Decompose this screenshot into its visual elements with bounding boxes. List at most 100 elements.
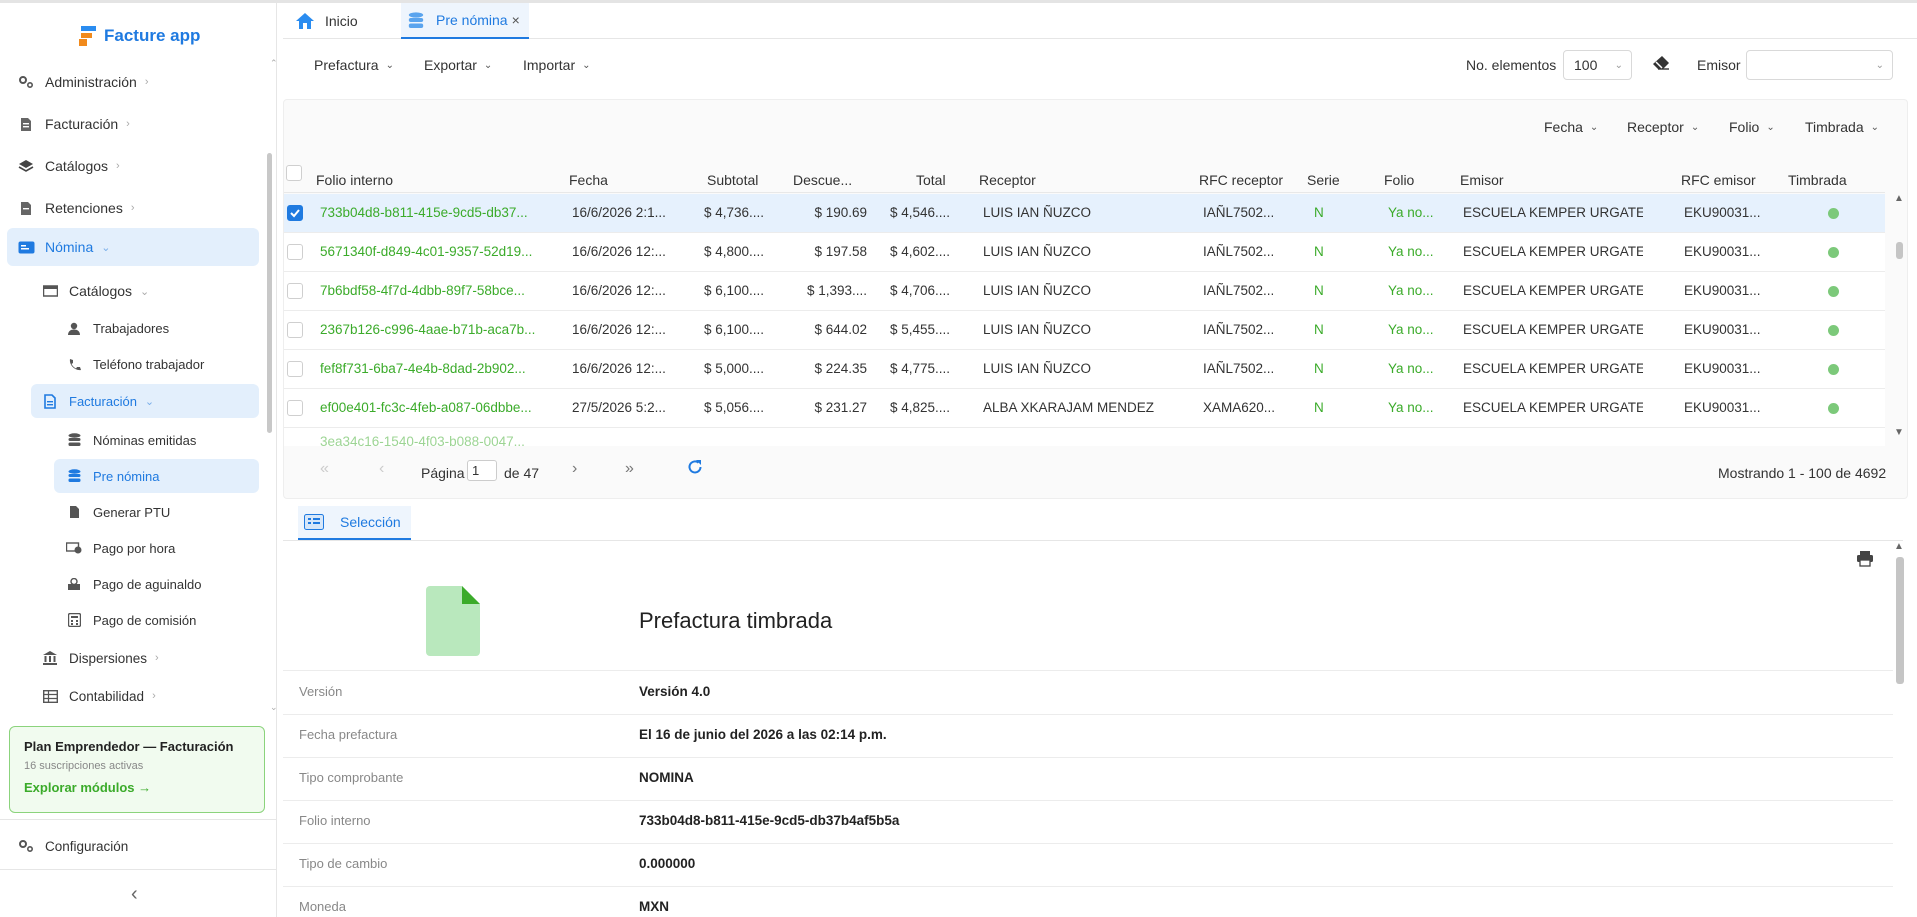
filter-label: Fecha <box>1544 119 1583 135</box>
chevron-down-icon: ⌄ <box>1766 121 1775 133</box>
sidebar-scrollbar[interactable] <box>267 153 272 433</box>
cell-folio: Ya no... <box>1388 205 1434 220</box>
row-checkbox[interactable] <box>287 361 303 377</box>
select-all-checkbox[interactable] <box>286 165 302 181</box>
sidebar-item-facturacion[interactable]: Facturación › <box>17 112 130 136</box>
chevron-down-icon: ⌄ <box>385 59 394 71</box>
table-row[interactable]: 7b6bdf58-4f7d-4dbb-89f7-58bce... 16/6/202… <box>284 272 1885 311</box>
last-page-icon[interactable]: » <box>625 460 634 478</box>
row-checkbox[interactable] <box>287 400 303 416</box>
filter-timbrada[interactable]: Timbrada ⌄ <box>1805 119 1879 135</box>
table-row[interactable]: 5671340f-d849-4c01-9357-52d19... 16/6/202… <box>284 233 1885 272</box>
column-header[interactable]: Fecha <box>569 172 608 188</box>
column-header[interactable]: Receptor <box>979 172 1036 188</box>
sidebar-subitem-pago-hora[interactable]: Pago por hora <box>65 536 175 560</box>
column-header[interactable]: Total <box>916 172 946 188</box>
prev-page-icon[interactable]: ‹ <box>379 460 384 478</box>
refresh-icon[interactable] <box>687 459 703 478</box>
grid-scrollbar[interactable] <box>1896 242 1903 259</box>
app-logo[interactable]: Facture app <box>78 22 200 50</box>
sidebar-scroll-down-icon[interactable]: ⌄ <box>270 702 278 713</box>
table-row[interactable]: 733b04d8-b811-415e-9cd5-db37... 16/6/2026… <box>284 194 1885 233</box>
next-page-icon[interactable]: › <box>572 460 577 478</box>
column-header[interactable]: RFC receptor <box>1199 172 1283 188</box>
column-header[interactable]: Timbrada <box>1788 172 1847 188</box>
emisor-select[interactable]: ⌄ <box>1746 50 1893 80</box>
page-number-input[interactable]: 1 <box>467 460 497 481</box>
cell-folio-interno[interactable]: ef00e401-fc3c-4feb-a087-06dbbe... <box>320 400 542 415</box>
cell-folio-interno[interactable]: fef8f731-6ba7-4e4b-8dad-2b902... <box>320 361 542 376</box>
importar-menu[interactable]: Importar ⌄ <box>523 56 591 74</box>
cell-folio-interno[interactable]: 7b6bdf58-4f7d-4dbb-89f7-58bce... <box>320 283 542 298</box>
app-name: Facture app <box>104 26 201 45</box>
row-checkbox[interactable] <box>287 283 303 299</box>
plan-title: Plan Emprendedor — Facturación <box>24 739 234 754</box>
table-row[interactable]: fef8f731-6ba7-4e4b-8dad-2b902... 16/6/202… <box>284 350 1885 389</box>
sidebar-subitem-contabilidad[interactable]: Contabilidad › <box>41 684 156 708</box>
partial-row: 3ea34c16-1540-4f03-b088-0047... <box>284 428 1885 446</box>
tab-seleccion[interactable]: Selección <box>298 506 411 540</box>
page-size-select[interactable]: 100 ⌄ <box>1563 50 1632 80</box>
detail-scroll-up-icon[interactable]: ▲ <box>1894 541 1904 552</box>
page-total: de 47 <box>504 465 540 481</box>
sidebar-subitem-generar-ptu[interactable]: Generar PTU <box>65 500 170 524</box>
cell-descuento: $ 190.69 <box>814 205 867 220</box>
row-checkbox[interactable] <box>287 244 303 260</box>
filter-fecha[interactable]: Fecha ⌄ <box>1544 119 1598 135</box>
sidebar-item-catalogos[interactable]: Catálogos › <box>17 154 120 178</box>
sidebar-subitem-label: Catálogos <box>69 283 133 299</box>
sidebar-item-configuracion[interactable]: Configuración <box>17 834 128 858</box>
cell-fecha: 16/6/2026 2:1... <box>572 205 666 220</box>
grid-scroll-down-icon[interactable]: ▼ <box>1894 427 1904 438</box>
column-header[interactable]: RFC emisor <box>1681 172 1756 188</box>
close-tab-icon[interactable]: × <box>512 12 520 28</box>
grid-scroll-up-icon[interactable]: ▲ <box>1894 193 1904 204</box>
column-header[interactable]: Folio interno <box>316 172 393 188</box>
first-page-icon[interactable]: « <box>320 460 329 478</box>
exportar-menu[interactable]: Exportar ⌄ <box>424 56 492 74</box>
database-icon <box>65 432 83 448</box>
filter-receptor[interactable]: Receptor ⌄ <box>1627 119 1699 135</box>
sidebar-item-nomina[interactable]: Nómina ⌄ <box>7 228 259 266</box>
printer-icon[interactable] <box>1856 550 1874 570</box>
table-row[interactable]: ef00e401-fc3c-4feb-a087-06dbbe... 27/5/20… <box>284 389 1885 428</box>
tab-inicio[interactable]: Inicio <box>295 3 377 39</box>
column-header[interactable]: Emisor <box>1460 172 1504 188</box>
sidebar-item-retenciones[interactable]: Retenciones › <box>17 196 135 220</box>
detail-divider <box>283 670 1893 671</box>
column-header[interactable]: Serie <box>1307 172 1340 188</box>
row-checkbox[interactable] <box>287 205 303 221</box>
sidebar-subitem-label: Pago de aguinaldo <box>93 576 202 592</box>
sidebar-subitem-pago-comision[interactable]: Pago de comisión <box>65 608 196 632</box>
cell-folio-interno[interactable]: 2367b126-c996-4aae-b71b-aca7b... <box>320 322 542 337</box>
sidebar-subitem-facturacion[interactable]: Facturación ⌄ <box>31 384 259 418</box>
column-header[interactable]: Subtotal <box>707 172 758 188</box>
table-row[interactable]: 2367b126-c996-4aae-b71b-aca7b... 16/6/202… <box>284 311 1885 350</box>
document-icon <box>65 504 83 520</box>
prefactura-menu[interactable]: Prefactura ⌄ <box>314 56 394 74</box>
column-header[interactable]: Descue... <box>793 172 852 188</box>
database-icon <box>408 11 424 29</box>
filter-folio[interactable]: Folio ⌄ <box>1729 119 1775 135</box>
sidebar-item-administracion[interactable]: Administración › <box>17 70 149 94</box>
sidebar-scroll-up-icon[interactable]: ⌃ <box>270 58 278 69</box>
menu-label: Exportar <box>424 57 477 73</box>
row-checkbox[interactable] <box>287 322 303 338</box>
collapse-sidebar-icon[interactable]: ‹ <box>131 883 138 906</box>
cell-folio-interno[interactable]: 5671340f-d849-4c01-9357-52d19... <box>320 244 542 259</box>
explore-modules-link[interactable]: Explorar módulos → <box>24 780 250 795</box>
sidebar-subitem-catalogos[interactable]: Catálogos ⌄ <box>41 279 149 303</box>
sidebar-subitem-pago-aguinaldo[interactable]: Pago de aguinaldo <box>65 572 201 596</box>
column-header[interactable]: Folio <box>1384 172 1414 188</box>
sidebar-subitem-pre-nomina[interactable]: Pre nómina <box>54 459 259 493</box>
sidebar-subitem-nominas-emitidas[interactable]: Nóminas emitidas <box>65 428 196 452</box>
eraser-icon[interactable] <box>1652 55 1670 74</box>
tab-pre-nomina[interactable]: Pre nómina × <box>401 3 529 39</box>
cell-folio: Ya no... <box>1388 322 1434 337</box>
cell-folio-interno[interactable]: 733b04d8-b811-415e-9cd5-db37... <box>320 205 542 220</box>
detail-scrollbar[interactable] <box>1896 557 1904 684</box>
sidebar-subitem-trabajadores[interactable]: Trabajadores <box>65 316 169 340</box>
layers-icon <box>17 158 35 174</box>
sidebar-subitem-dispersiones[interactable]: Dispersiones › <box>41 646 159 670</box>
sidebar-subitem-telefono[interactable]: Teléfono trabajador <box>65 352 204 376</box>
